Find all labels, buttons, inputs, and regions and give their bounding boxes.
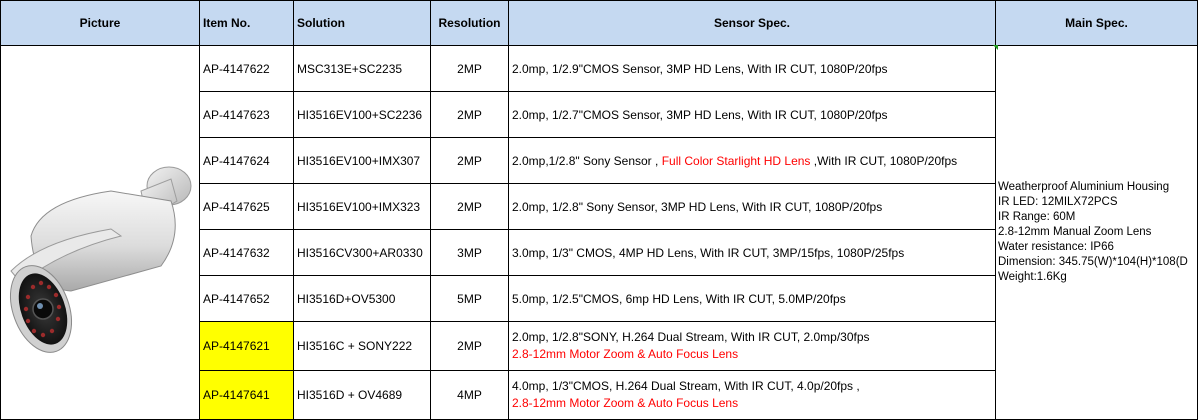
item-no-cell[interactable]: AP-4147641 bbox=[199, 370, 294, 420]
solution-cell[interactable]: HI3516EV100+IMX323 bbox=[293, 183, 431, 230]
sensor-spec-cell[interactable]: 3.0mp, 1/3" CMOS, 4MP HD Lens, With IR C… bbox=[508, 229, 996, 276]
header-main-spec[interactable]: Main Spec. bbox=[995, 0, 1198, 46]
sensor-spec-cell[interactable]: 2.0mp, 1/2.7"CMOS Sensor, 3MP HD Lens, W… bbox=[508, 91, 996, 138]
item-no-cell[interactable]: AP-4147625 bbox=[199, 183, 294, 230]
sensor-spec-cell[interactable]: 2.0mp, 1/2.9"CMOS Sensor, 3MP HD Lens, W… bbox=[508, 45, 996, 92]
spec-sheet: Picture Item No. Solution Resolution Sen… bbox=[0, 0, 1199, 420]
resolution-cell[interactable]: 2MP bbox=[430, 183, 509, 230]
resolution-cell[interactable]: 5MP bbox=[430, 275, 509, 322]
resolution-cell[interactable]: 4MP bbox=[430, 370, 509, 420]
resolution-cell[interactable]: 2MP bbox=[430, 137, 509, 184]
comment-marker-icon bbox=[993, 45, 998, 50]
solution-cell[interactable]: HI3516EV100+IMX307 bbox=[293, 137, 431, 184]
item-no-cell[interactable]: AP-4147632 bbox=[199, 229, 294, 276]
sensor-spec-cell[interactable]: 2.0mp, 1/2.8" Sony Sensor, 3MP HD Lens, … bbox=[508, 183, 996, 230]
solution-cell[interactable]: HI3516CV300+AR0330 bbox=[293, 229, 431, 276]
item-no-cell[interactable]: AP-4147622 bbox=[199, 45, 294, 92]
sensor-spec-cell[interactable]: 2.0mp, 1/2.8"SONY, H.264 Dual Stream, Wi… bbox=[508, 321, 996, 371]
item-no-cell[interactable]: AP-4147652 bbox=[199, 275, 294, 322]
sensor-spec-highlight: 2.8-12mm Motor Zoom & Auto Focus Lens bbox=[512, 396, 739, 410]
sensor-spec-highlight: 2.8-12mm Motor Zoom & Auto Focus Lens bbox=[512, 347, 739, 361]
product-spec-table: Picture Item No. Solution Resolution Sen… bbox=[0, 0, 1198, 420]
header-solution[interactable]: Solution bbox=[293, 0, 431, 46]
main-spec-line: IR Range: 60M bbox=[998, 211, 1076, 223]
resolution-cell[interactable]: 2MP bbox=[430, 321, 509, 371]
sensor-spec-line: 2.0mp, 1/2.8"SONY, H.264 Dual Stream, Wi… bbox=[512, 330, 870, 344]
sensor-spec-highlight: Full Color Starlight HD Lens bbox=[661, 153, 811, 168]
solution-cell[interactable]: HI3516D + OV4689 bbox=[293, 370, 431, 420]
item-no-cell[interactable]: AP-4147621 bbox=[199, 321, 294, 371]
item-no-cell[interactable]: AP-4147624 bbox=[199, 137, 294, 184]
sensor-spec-cell[interactable]: 5.0mp, 1/2.5"CMOS, 6mp HD Lens, With IR … bbox=[508, 275, 996, 322]
header-resolution[interactable]: Resolution bbox=[430, 0, 509, 46]
main-spec-line: Weatherproof Aluminium Housing bbox=[998, 181, 1170, 193]
header-row: Picture Item No. Solution Resolution Sen… bbox=[0, 0, 1198, 46]
bullet-camera-image bbox=[10, 166, 192, 353]
resolution-cell[interactable]: 2MP bbox=[430, 45, 509, 92]
header-sensor-spec[interactable]: Sensor Spec. bbox=[508, 0, 996, 46]
solution-cell[interactable]: HI3516C + SONY222 bbox=[293, 321, 431, 371]
header-picture[interactable]: Picture bbox=[0, 0, 200, 46]
main-spec-line: Dimension: 345.75(W)*104(H)*108(D bbox=[998, 256, 1188, 268]
sensor-spec-cell[interactable]: 4.0mp, 1/3"CMOS, H.264 Dual Stream, With… bbox=[508, 370, 996, 420]
resolution-cell[interactable]: 3MP bbox=[430, 229, 509, 276]
main-spec-line: Water resistance: IP66 bbox=[998, 241, 1114, 253]
solution-cell[interactable]: HI3516EV100+SC2236 bbox=[293, 91, 431, 138]
main-spec-line: Weight:1.6Kg bbox=[998, 271, 1067, 283]
main-spec-cell[interactable]: Weatherproof Aluminium Housing IR LED: 1… bbox=[995, 45, 1198, 420]
item-no-cell[interactable]: AP-4147623 bbox=[199, 91, 294, 138]
sensor-spec-line: 4.0mp, 1/3"CMOS, H.264 Dual Stream, With… bbox=[512, 379, 860, 393]
sensor-spec-text: 2.0mp,1/2.8" Sony Sensor , bbox=[512, 153, 662, 168]
sensor-spec-text: ,With IR CUT, 1080P/20fps bbox=[810, 153, 958, 168]
sensor-spec-cell[interactable]: 2.0mp,1/2.8" Sony Sensor , Full Color St… bbox=[508, 137, 996, 184]
solution-cell[interactable]: HI3516D+OV5300 bbox=[293, 275, 431, 322]
picture-cell[interactable] bbox=[0, 45, 200, 420]
solution-cell[interactable]: MSC313E+SC2235 bbox=[293, 45, 431, 92]
header-item-no[interactable]: Item No. bbox=[199, 0, 294, 46]
main-spec-line: IR LED: 12MILX72PCS bbox=[998, 196, 1118, 208]
resolution-cell[interactable]: 2MP bbox=[430, 91, 509, 138]
table-row: AP-4147622 MSC313E+SC2235 2MP 2.0mp, 1/2… bbox=[0, 45, 1198, 420]
main-spec-line: 2.8-12mm Manual Zoom Lens bbox=[998, 226, 1152, 238]
